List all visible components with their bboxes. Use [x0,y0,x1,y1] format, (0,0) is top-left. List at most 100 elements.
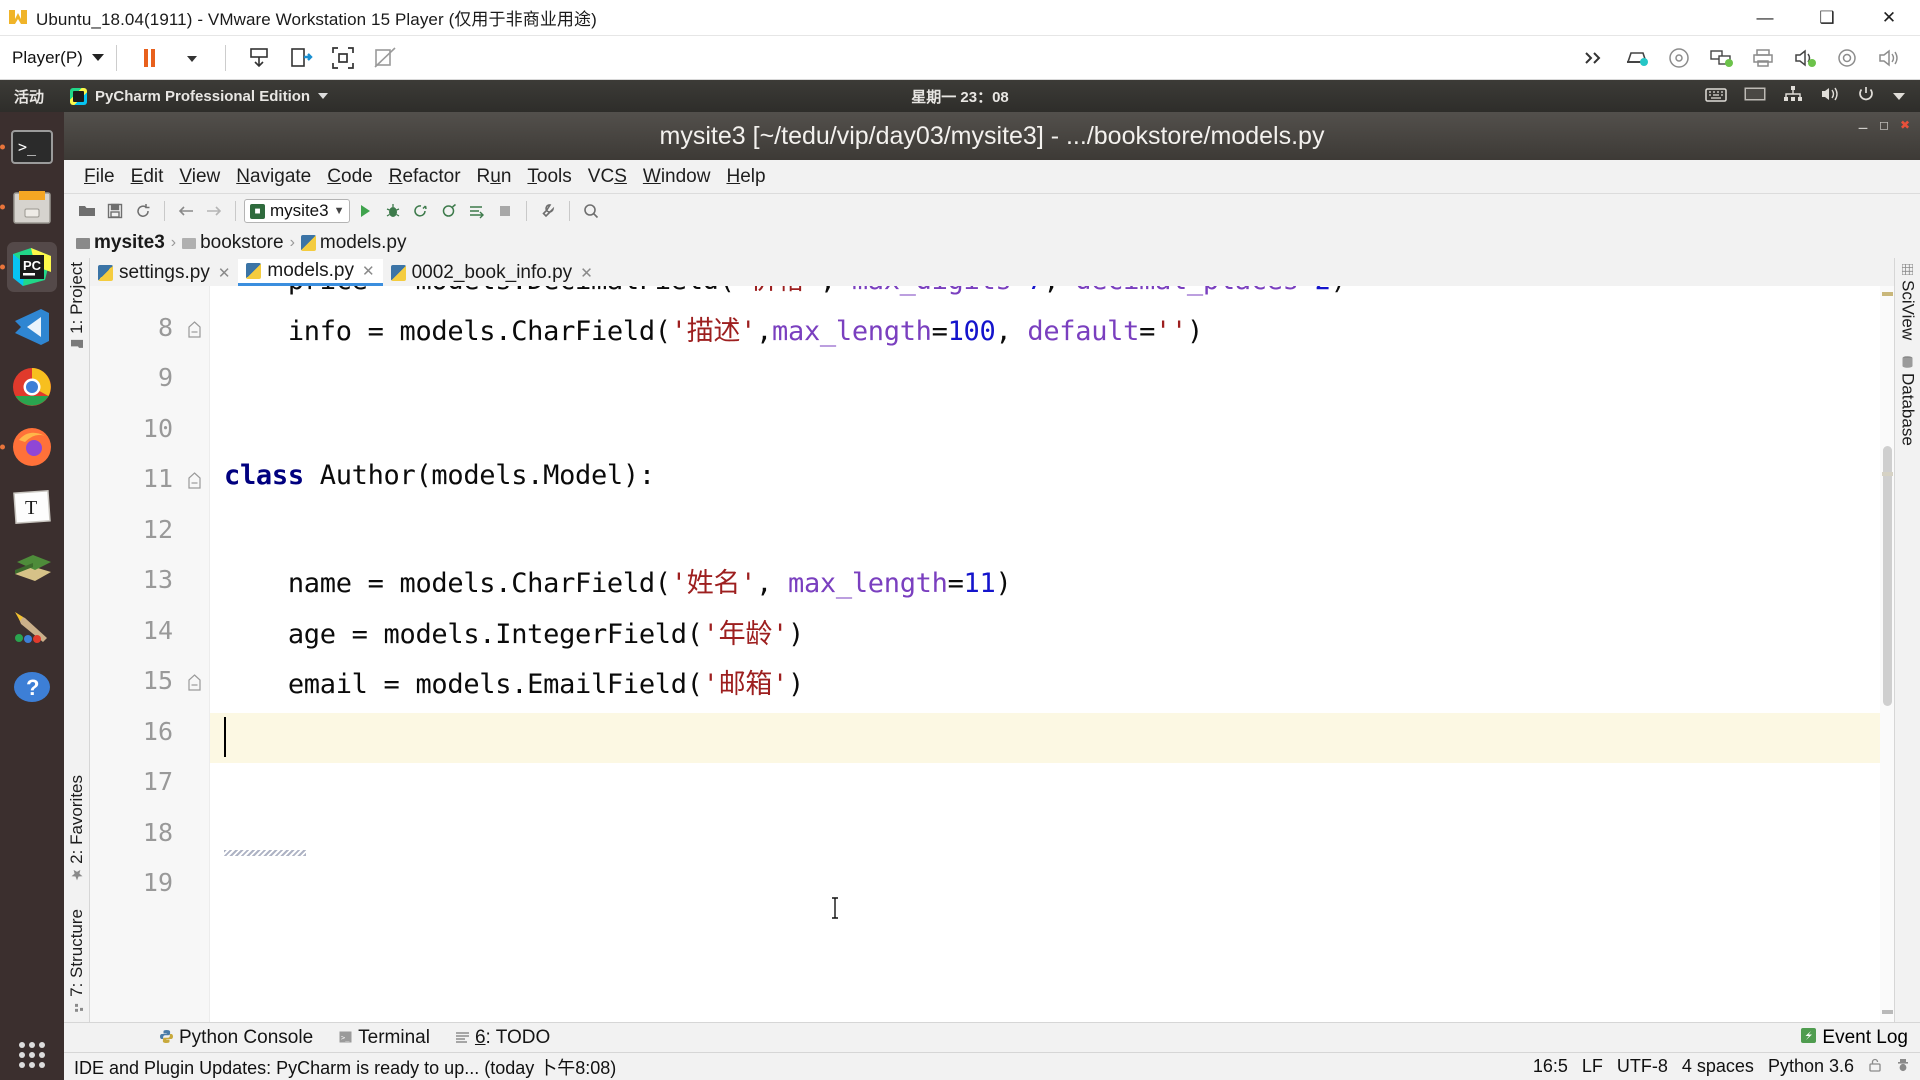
forward-icon[interactable] [201,198,227,224]
menu-tools[interactable]: Tools [519,166,579,188]
dock-item-text-editor[interactable]: T [7,482,57,532]
minimize-button[interactable]: — [1734,0,1796,36]
scrollbar-thumb[interactable] [1883,446,1892,706]
send-key-icon[interactable] [242,41,276,75]
player-menu-button[interactable]: Player(P) [12,48,104,68]
breadcrumb-item-project[interactable]: mysite3 [94,232,165,254]
file-encoding[interactable]: UTF-8 [1617,1056,1668,1077]
sidebar-item-project[interactable]: 1: Project [67,262,87,349]
editor-vertical-scrollbar[interactable] [1880,286,1894,1022]
menu-vcs[interactable]: VCS [580,166,635,188]
hector-icon[interactable] [1896,1056,1910,1077]
bottom-item-python-console[interactable]: Python Console [160,1027,313,1049]
save-icon[interactable] [102,198,128,224]
breadcrumb-item-package[interactable]: bookstore [200,232,283,254]
pause-dropdown-button[interactable] [175,41,209,75]
line-number: 14 [143,616,173,645]
run-icon[interactable] [352,198,378,224]
back-icon[interactable] [173,198,199,224]
cd-dvd-icon[interactable] [1662,41,1696,75]
run-configuration-selector[interactable]: ■ mysite3 ▼ [244,199,350,223]
dock-item-help[interactable]: ? [7,662,57,712]
code-fold-handle[interactable] [188,321,201,334]
speaker-icon[interactable] [1872,41,1906,75]
pycharm-minimize-button[interactable]: ⚊ [1856,118,1870,132]
sidebar-item-database[interactable]: Database [1898,356,1918,446]
menu-window[interactable]: Window [635,166,719,188]
network-icon[interactable] [1783,85,1803,107]
close-icon[interactable]: ✕ [580,264,593,282]
pause-vm-button[interactable] [133,41,167,75]
menu-edit[interactable]: Edit [123,166,172,188]
dock-item-books[interactable] [7,542,57,592]
menu-refactor[interactable]: Refactor [381,166,469,188]
coverage-icon[interactable] [408,198,434,224]
bottom-item-todo[interactable]: 6: TODO [456,1027,550,1049]
indent-setting[interactable]: 4 spaces [1682,1056,1754,1077]
settings-icon[interactable] [535,198,561,224]
network-adapter-icon[interactable] [1704,41,1738,75]
bottom-item-terminal[interactable]: >_ Terminal [339,1027,430,1049]
python-interpreter[interactable]: Python 3.6 [1768,1056,1854,1077]
system-menu-caret-icon[interactable] [1892,88,1906,105]
pycharm-maximize-button[interactable]: ◻ [1877,118,1891,132]
breadcrumb-item-file[interactable]: models.py [320,232,407,254]
clock[interactable]: 星期一 23：08 [0,86,1920,107]
profile-icon[interactable] [436,198,462,224]
attach-icon[interactable] [464,198,490,224]
dock-item-files[interactable] [7,182,57,232]
sound-card-icon[interactable] [1788,41,1822,75]
sync-icon[interactable] [130,198,156,224]
sidebar-item-sciview[interactable]: SciView [1898,264,1918,340]
lock-icon[interactable] [1868,1056,1882,1077]
close-button[interactable]: ✕ [1858,0,1920,36]
menu-run[interactable]: Run [469,166,520,188]
restore-button[interactable]: ❑ [1796,0,1858,36]
detach-icon[interactable] [368,41,402,75]
debug-icon[interactable] [380,198,406,224]
tab-models-py[interactable]: models.py ✕ [238,259,382,286]
expand-icon[interactable] [1578,41,1612,75]
code-fold-handle[interactable] [188,674,201,687]
show-applications-button[interactable] [19,1042,45,1068]
pycharm-close-button[interactable]: ✖ [1898,118,1912,132]
sidebar-item-structure[interactable]: 7: Structure [67,909,87,1012]
onscreen-keyboard-icon[interactable] [1705,86,1727,106]
dock-item-chrome[interactable] [7,362,57,412]
sidebar-item-favorites[interactable]: 2: Favorites [67,775,87,881]
input-method-icon[interactable] [1744,87,1766,105]
power-icon[interactable] [1857,85,1875,107]
dock-item-gimp[interactable] [7,602,57,652]
close-icon[interactable]: ✕ [218,264,231,282]
caret-position[interactable]: 16:5 [1533,1056,1568,1077]
search-icon[interactable] [578,198,604,224]
fullscreen-icon[interactable] [326,41,360,75]
line-number-gutter[interactable]: 78910111213141516171819 [90,286,210,1022]
close-icon[interactable]: ✕ [362,262,375,280]
line-number: 17 [143,767,173,796]
menu-navigate[interactable]: Navigate [228,166,319,188]
dock-item-terminal[interactable]: >_ [7,122,57,172]
dock-item-firefox[interactable] [7,422,57,472]
volume-icon[interactable] [1820,85,1840,107]
printer-icon[interactable] [1746,41,1780,75]
line-separator[interactable]: LF [1582,1056,1603,1077]
code-text-area[interactable]: price = models.DecimalField('价格', max_di… [210,286,1894,1022]
dock-item-vscode[interactable] [7,302,57,352]
stop-icon[interactable] [492,198,518,224]
code-editor[interactable]: 78910111213141516171819 price = models.D… [90,286,1894,1022]
hard-disk-icon[interactable] [1620,41,1654,75]
code-fold-handle[interactable] [188,472,201,485]
menu-file[interactable]: File [76,166,123,188]
menu-view[interactable]: View [171,166,228,188]
unity-icon[interactable] [284,41,318,75]
dock-item-pycharm[interactable]: PC [7,242,57,292]
menu-help[interactable]: Help [718,166,773,188]
menu-code[interactable]: Code [319,166,380,188]
open-icon[interactable] [74,198,100,224]
status-message[interactable]: IDE and Plugin Updates: PyCharm is ready… [74,1054,616,1080]
usb-icon[interactable] [1830,41,1864,75]
tab-settings-py[interactable]: settings.py ✕ [90,259,238,286]
tab-0002-book-info-py[interactable]: 0002_book_info.py ✕ [383,259,601,286]
event-log-button[interactable]: Event Log [1801,1027,1908,1049]
